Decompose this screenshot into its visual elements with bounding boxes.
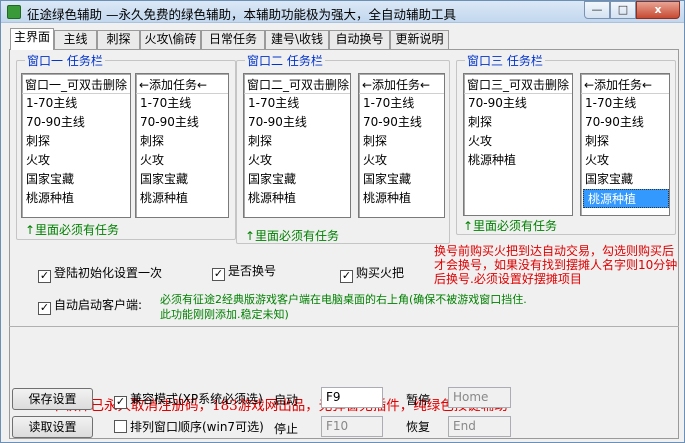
checkbox-box[interactable]: ✓ [38,302,51,315]
window2-task-list[interactable]: 窗口二_可双击删除 1-70主线 70-90主线 刺探 火攻 国家宝藏 桃源种植 [243,73,351,218]
maximize-button[interactable]: □ [610,1,636,19]
required-note: ↑里面必须有任务 [25,223,120,237]
list-item[interactable]: 70-90主线 [22,113,130,132]
list-item[interactable]: 火攻 [22,151,130,170]
tab-auto-switch[interactable]: 自动换号 [329,30,390,49]
checkbox-box[interactable]: ✓ [340,270,353,283]
list-item[interactable]: 70-90主线 [464,94,572,113]
list-item[interactable]: 刺探 [581,132,669,151]
list-item[interactable]: 1-70主线 [244,94,350,113]
resume-hotkey-input[interactable]: End [448,416,511,437]
window2-task-group: 窗口二 任务栏 窗口二_可双击删除 1-70主线 70-90主线 刺探 火攻 国… [236,52,450,244]
group-legend: 窗口一 任务栏 [25,52,105,69]
list-item[interactable]: 国家宝藏 [244,170,350,189]
window3-task-group: 窗口三 任务栏 窗口三_可双击删除 70-90主线 刺探 火攻 桃源种植 ←添加… [456,52,676,235]
window3-task-list[interactable]: 窗口三_可双击删除 70-90主线 刺探 火攻 桃源种植 [463,73,573,216]
list-header: ←添加任务← [359,74,444,94]
list-item[interactable]: 火攻 [464,132,572,151]
list-item[interactable]: 1-70主线 [359,94,444,113]
list-item[interactable]: 国家宝藏 [581,170,669,189]
list-item[interactable]: 桃源种植 [244,189,350,208]
list-item[interactable]: 国家宝藏 [136,170,228,189]
start-hotkey-input[interactable]: F9 [321,387,383,408]
checkbox-box[interactable]: ✓ [114,396,127,409]
main-window: 征途绿色辅助 —永久免费的绿色辅助，本辅助功能极为强大，全自动辅助工具 — □ … [0,0,685,443]
tab-daily[interactable]: 日常任务 [201,30,265,49]
load-settings-button[interactable]: 读取设置 [12,416,93,438]
buy-torch-checkbox[interactable]: ✓ 购买火把 [340,264,404,283]
checkbox-box[interactable] [114,420,127,433]
tab-changelog[interactable]: 更新说明 [390,30,449,49]
list-item[interactable]: 火攻 [136,151,228,170]
list-item[interactable]: 桃源种植 [22,189,130,208]
save-settings-button[interactable]: 保存设置 [12,388,93,410]
list-item[interactable]: 1-70主线 [136,94,228,113]
list-item-selected[interactable]: 桃源种植 [583,189,669,208]
window3-add-task-list[interactable]: ←添加任务← 1-70主线 70-90主线 刺探 火攻 国家宝藏 桃源种植 [580,73,670,216]
window1-task-group: 窗口一 任务栏 窗口一_可双击删除 1-70主线 70-90主线 刺探 火攻 国… [16,52,236,240]
window1-task-list[interactable]: 窗口一_可双击删除 1-70主线 70-90主线 刺探 火攻 国家宝藏 桃源种植 [21,73,131,218]
app-icon [7,5,21,19]
title-bar[interactable]: 征途绿色辅助 —永久免费的绿色辅助，本辅助功能极为强大，全自动辅助工具 — □ … [1,1,684,23]
list-header: ←添加任务← [581,74,669,94]
switch-account-checkbox[interactable]: ✓ 是否换号 [212,262,276,281]
pause-hotkey-input[interactable]: Home [448,387,511,408]
list-item[interactable]: 国家宝藏 [359,170,444,189]
init-once-checkbox[interactable]: ✓ 登陆初始化设置一次 [38,264,162,283]
window2-add-task-list[interactable]: ←添加任务← 1-70主线 70-90主线 刺探 火攻 国家宝藏 桃源种植 [358,73,445,218]
torch-note: 换号前购买火把到达自动交易，勾选则购买后 才会换号，如果没有找到摆摊人名字则10… [434,244,678,286]
auto-start-checkbox[interactable]: ✓ 自动启动客户端: [38,296,142,315]
list-item[interactable]: 刺探 [359,132,444,151]
resume-label: 恢复 [406,420,431,434]
stop-label: 停止 [274,422,299,436]
list-item[interactable]: 国家宝藏 [22,170,130,189]
tab-main[interactable]: 主界面 [10,28,54,50]
list-item[interactable]: 火攻 [581,151,669,170]
list-item[interactable]: 刺探 [22,132,130,151]
list-item[interactable]: 70-90主线 [581,113,669,132]
group-legend: 窗口二 任务栏 [245,52,325,69]
client-note: 必须有征途2经典版游戏客户端在电脑桌面的右上角(确保不被游戏窗口挡住. 此功能刚… [160,293,527,321]
list-item[interactable]: 刺探 [244,132,350,151]
list-item[interactable]: 刺探 [464,113,572,132]
list-item[interactable]: 火攻 [244,151,350,170]
tab-mainline[interactable]: 主线 [54,30,97,49]
list-item[interactable]: 70-90主线 [359,113,444,132]
minimize-button[interactable]: — [584,1,610,19]
list-item[interactable]: 桃源种植 [464,151,572,170]
list-header: 窗口一_可双击删除 [22,74,130,94]
list-item[interactable]: 火攻 [359,151,444,170]
list-item[interactable]: 1-70主线 [581,94,669,113]
required-note: ↑里面必须有任务 [463,219,558,233]
list-item[interactable]: 70-90主线 [244,113,350,132]
group-legend: 窗口三 任务栏 [465,52,545,69]
window1-add-task-list[interactable]: ←添加任务← 1-70主线 70-90主线 刺探 火攻 国家宝藏 桃源种植 [135,73,229,218]
stop-hotkey-input[interactable]: F10 [321,416,383,437]
tab-create-account[interactable]: 建号\收钱 [265,30,329,49]
list-item[interactable]: 桃源种植 [136,189,228,208]
list-header: 窗口二_可双击删除 [244,74,350,94]
list-item[interactable]: 1-70主线 [22,94,130,113]
list-item[interactable]: 70-90主线 [136,113,228,132]
close-button[interactable]: x [636,1,680,19]
tab-scout[interactable]: 刺探 [97,30,140,49]
tab-fire-attack[interactable]: 火攻\偷砖 [140,30,201,49]
pause-label: 暂停 [406,393,431,407]
list-header: ←添加任务← [136,74,228,94]
compat-mode-checkbox[interactable]: ✓ 兼容模式(XP系统必须选) [114,390,263,409]
required-note: ↑里面必须有任务 [245,229,340,243]
window-title: 征途绿色辅助 —永久免费的绿色辅助，本辅助功能极为强大，全自动辅助工具 [27,7,456,22]
checkbox-box[interactable]: ✓ [38,270,51,283]
arrange-windows-checkbox[interactable]: 排列窗口顺序(win7可选) [114,418,264,434]
list-header: 窗口三_可双击删除 [464,74,572,94]
list-item[interactable]: 刺探 [136,132,228,151]
checkbox-box[interactable]: ✓ [212,268,225,281]
list-item[interactable]: 桃源种植 [359,189,444,208]
start-label: 启动 [274,393,299,407]
main-panel: 窗口一 任务栏 窗口一_可双击删除 1-70主线 70-90主线 刺探 火攻 国… [9,49,679,439]
divider [9,326,679,327]
